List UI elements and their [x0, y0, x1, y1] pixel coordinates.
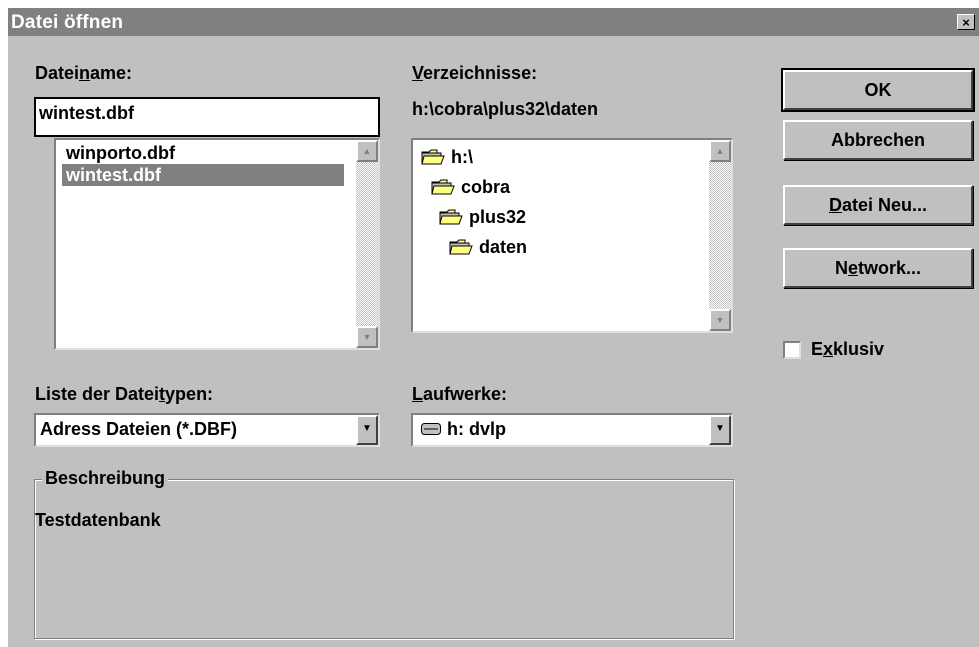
network-button[interactable]: Network...: [783, 248, 973, 288]
drives-dropdown[interactable]: h: dvlp ▼: [411, 413, 733, 447]
description-legend: Beschreibung: [42, 468, 169, 489]
directory-item[interactable]: h:\: [421, 144, 473, 170]
open-file-dialog: Datei öffnen × Dateiname: wintest.dbf wi…: [8, 8, 979, 647]
cancel-button[interactable]: Abbrechen: [783, 120, 973, 160]
chevron-down-icon[interactable]: ▼: [709, 415, 731, 445]
file-list[interactable]: winporto.dbf wintest.dbf ▲ ▼: [54, 138, 380, 350]
scroll-up-icon[interactable]: ▲: [356, 140, 378, 162]
open-folder-icon: [421, 146, 445, 165]
file-list-item-selected[interactable]: wintest.dbf: [62, 164, 344, 186]
directory-list[interactable]: h:\ cobra plus32 daten ▲ ▼: [411, 138, 733, 333]
filetypes-label: Liste der Dateitypen:: [35, 384, 214, 404]
description-group: [34, 479, 734, 639]
directory-item[interactable]: cobra: [431, 174, 510, 200]
filename-input[interactable]: wintest.dbf: [34, 97, 380, 137]
directories-label: Verzeichnisse:: [412, 63, 538, 83]
exclusive-label: Exklusiv: [811, 339, 885, 359]
open-folder-icon: [431, 176, 455, 195]
directory-item-current[interactable]: daten: [449, 234, 527, 260]
chevron-down-icon[interactable]: ▼: [356, 415, 378, 445]
file-list-scrollbar[interactable]: ▲ ▼: [356, 140, 378, 348]
open-folder-icon: [439, 206, 463, 225]
drive-icon: [421, 419, 441, 435]
scroll-down-icon[interactable]: ▼: [356, 326, 378, 348]
filetypes-dropdown[interactable]: Adress Dateien (*.DBF) ▼: [34, 413, 380, 447]
description-text: Testdatenbank: [35, 510, 161, 530]
scroll-up-icon[interactable]: ▲: [709, 140, 731, 162]
new-file-button[interactable]: Datei Neu...: [783, 185, 973, 225]
filetypes-selected: Adress Dateien (*.DBF): [40, 419, 238, 439]
file-list-item[interactable]: winporto.dbf: [62, 142, 179, 164]
filename-label: Dateiname:: [35, 63, 133, 83]
ok-button[interactable]: OK: [781, 68, 975, 112]
open-folder-icon: [449, 236, 473, 255]
close-button[interactable]: ×: [957, 14, 975, 30]
current-directory-path: h:\cobra\plus32\daten: [412, 99, 599, 119]
title-bar[interactable]: Datei öffnen ×: [8, 8, 979, 36]
directory-list-scrollbar[interactable]: ▲ ▼: [709, 140, 731, 331]
drives-label: Laufwerke:: [412, 384, 508, 404]
exclusive-checkbox[interactable]: [783, 341, 801, 359]
drives-selected: h: dvlp: [421, 419, 506, 440]
dialog-title: Datei öffnen: [11, 12, 124, 33]
scroll-down-icon[interactable]: ▼: [709, 309, 731, 331]
directory-item[interactable]: plus32: [439, 204, 526, 230]
